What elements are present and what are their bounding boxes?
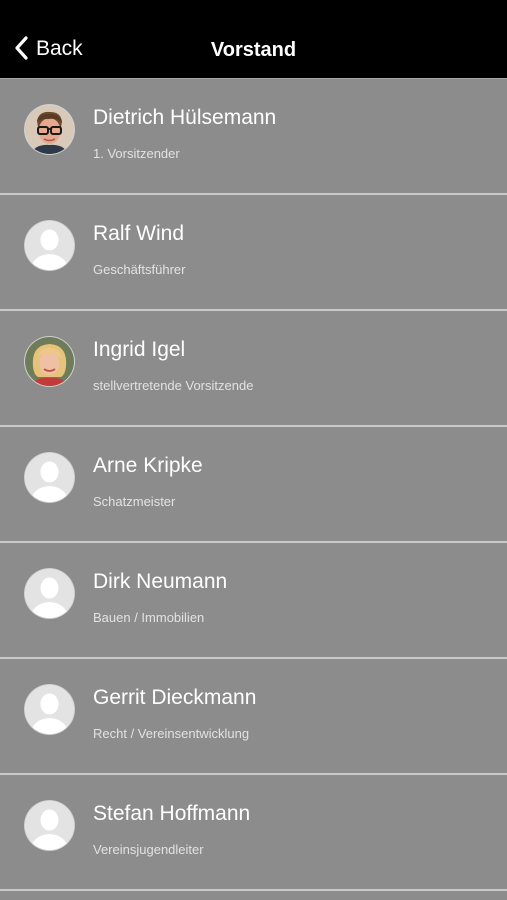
- avatar: [25, 221, 74, 270]
- avatar: [25, 569, 74, 618]
- man-with-glasses-photo-icon: [25, 105, 74, 154]
- member-name: Arne Kripke: [93, 454, 203, 477]
- member-list: Dietrich Hülsemann 1. Vorsitzender Ralf …: [0, 79, 507, 891]
- person-placeholder-icon: [25, 221, 74, 270]
- woman-blonde-photo-icon: [25, 337, 74, 386]
- avatar: [25, 801, 74, 850]
- navigation-bar: Back Vorstand: [0, 0, 507, 79]
- list-item-member[interactable]: Stefan Hoffmann Vereinsjugendleiter: [0, 775, 507, 891]
- member-name: Ralf Wind: [93, 222, 185, 245]
- member-role: 1. Vorsitzender: [93, 146, 180, 161]
- person-placeholder-icon: [25, 453, 74, 502]
- member-role: Geschäftsführer: [93, 262, 186, 277]
- member-role: Schatzmeister: [93, 494, 176, 509]
- person-placeholder-icon: [25, 685, 74, 734]
- list-item-member[interactable]: Dietrich Hülsemann 1. Vorsitzender: [0, 79, 507, 195]
- avatar: [25, 105, 74, 154]
- list-item-member[interactable]: Ralf Wind Geschäftsführer: [0, 195, 507, 311]
- member-role: Vereinsjugendleiter: [93, 842, 204, 857]
- member-role: Recht / Vereinsentwicklung: [93, 726, 250, 741]
- avatar: [25, 685, 74, 734]
- avatar: [25, 337, 74, 386]
- person-placeholder-icon: [25, 569, 74, 618]
- list-item-member[interactable]: Gerrit Dieckmann Recht / Vereinsentwickl…: [0, 659, 507, 775]
- member-name: Gerrit Dieckmann: [93, 686, 257, 709]
- avatar: [25, 453, 74, 502]
- member-name: Dirk Neumann: [93, 570, 228, 593]
- member-role: Bauen / Immobilien: [93, 610, 205, 625]
- list-item-member[interactable]: Arne Kripke Schatzmeister: [0, 427, 507, 543]
- member-name: Ingrid Igel: [93, 338, 186, 361]
- page-title: Vorstand: [210, 39, 297, 61]
- member-role: stellvertretende Vorsitzende: [93, 378, 254, 393]
- list-item-member[interactable]: Ingrid Igel stellvertretende Vorsitzende: [0, 311, 507, 427]
- person-placeholder-icon: [25, 801, 74, 850]
- list-item-member[interactable]: Dirk Neumann Bauen / Immobilien: [0, 543, 507, 659]
- member-name: Dietrich Hülsemann: [93, 106, 277, 129]
- member-name: Stefan Hoffmann: [93, 802, 251, 825]
